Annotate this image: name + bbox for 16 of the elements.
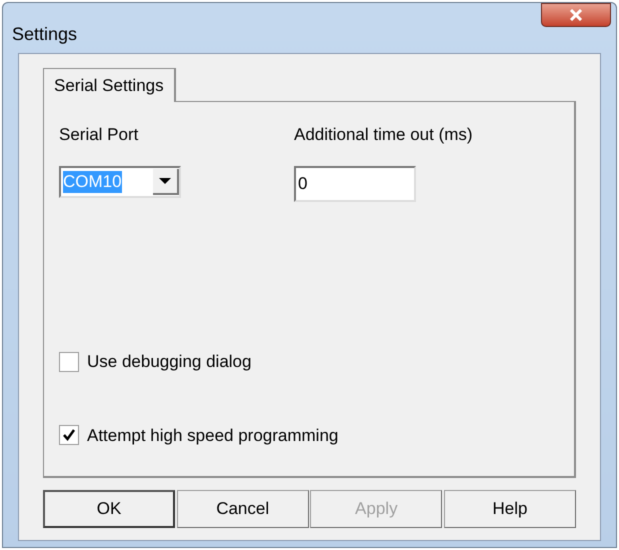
dialog-button[interactable]: Help (444, 490, 576, 528)
window-title: Settings (12, 23, 78, 46)
checkbox[interactable] (59, 352, 79, 372)
timeout-label: Additional time out (ms) (294, 124, 473, 146)
caret-icon[interactable] (153, 168, 179, 194)
dialog-button[interactable]: Cancel (176, 490, 309, 528)
checkbox-label: Use debugging dialog (87, 351, 252, 373)
timeout-field[interactable]: 0 (294, 166, 416, 202)
close-button[interactable] (541, 3, 611, 27)
dropdown-value: COM10 (63, 170, 122, 192)
tab[interactable]: Serial Settings (43, 68, 176, 102)
close-icon (569, 9, 583, 21)
checkbox[interactable] (59, 425, 79, 446)
dialog-button[interactable]: OK (43, 490, 175, 528)
serial-port-label: Serial Port (59, 124, 140, 146)
checkbox-label: Attempt high speed programming (87, 424, 338, 446)
